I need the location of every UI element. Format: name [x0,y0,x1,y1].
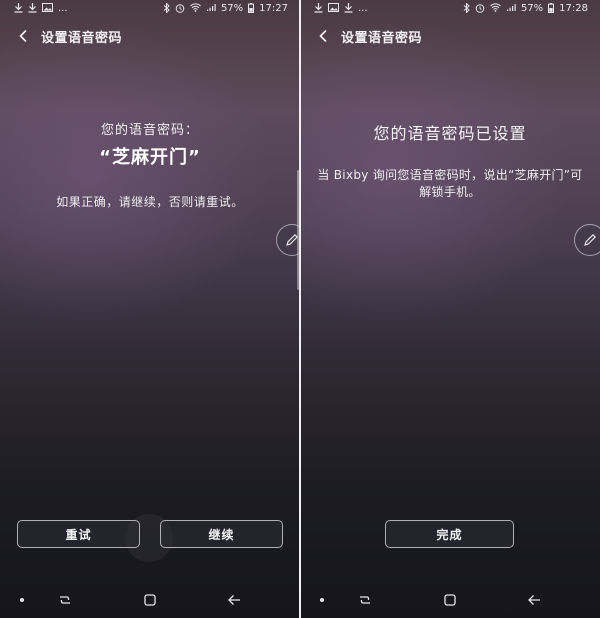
battery-icon [548,2,555,16]
download-icon [344,2,353,16]
nav-back-button[interactable] [225,592,243,608]
battery-icon [248,2,255,16]
alarm-icon [175,3,185,16]
back-button[interactable] [312,25,334,47]
status-bar: ... 57% 17:27 [0,0,300,18]
home-button[interactable] [141,592,159,608]
pencil-icon [584,233,597,246]
image-icon [42,3,53,15]
setup-complete-title: 您的语音密码已设置 [373,124,527,143]
back-icon [528,595,540,605]
clock: 17:28 [559,3,588,14]
battery-percent: 57% [220,3,244,14]
notification-ellipsis: ... [58,3,68,14]
recents-icon [60,596,70,604]
back-arrow-icon [319,29,327,43]
status-right: 57% 17:27 [163,1,288,16]
home-icon [144,594,156,606]
clock: 17:27 [259,3,288,14]
dot-icon [320,598,324,602]
navigation-bar [300,586,600,614]
setup-complete-description: 当 Bixby 询问您语音密码时，说出“芝麻开门”可解锁手机。 [317,168,583,199]
retry-button[interactable]: 重试 [17,520,140,548]
battery-percent: 57% [520,3,544,14]
back-button[interactable] [12,25,34,47]
signal-icon [506,3,516,15]
download-icon [14,2,23,16]
voice-password-label: 您的语音密码： [100,123,199,138]
dot-icon [20,598,24,602]
screen-divider [299,0,301,618]
bluetooth-icon [463,1,470,16]
image-icon [328,3,339,15]
edit-button[interactable] [574,224,600,256]
continue-button[interactable]: 继续 [160,520,283,548]
page-title: 设置语音密码 [41,30,123,46]
voice-passphrase: “芝麻开门” [99,147,201,168]
recents-icon [360,596,370,604]
navigation-bar [0,586,300,614]
status-left: ... [314,2,368,16]
nav-hide-button[interactable] [13,592,31,608]
right-screen: ... 57% 17:28 设置语音密码 您的语音密码已设置 当 Bixby 询… [300,0,600,618]
recents-button[interactable] [56,592,74,608]
confirm-hint: 如果正确，请继续，否则请重试。 [56,195,244,209]
page-title: 设置语音密码 [341,30,423,46]
back-icon [228,595,240,605]
done-button[interactable]: 完成 [385,520,514,548]
bluetooth-icon [163,1,170,16]
status-left: ... [14,2,68,16]
nav-back-button[interactable] [525,592,543,608]
home-button[interactable] [441,592,459,608]
back-arrow-icon [19,29,27,43]
home-icon [444,594,456,606]
signal-icon [206,3,216,15]
wifi-icon [190,3,201,15]
alarm-icon [475,3,485,16]
header: 设置语音密码 [300,22,600,50]
recents-button[interactable] [356,592,374,608]
nav-hide-button[interactable] [313,592,331,608]
notification-ellipsis: ... [358,3,368,14]
left-screen: ... 57% 17:27 设置语音密码 您的语音密码： “芝麻开门” 如果正确… [0,0,300,618]
status-right: 57% 17:28 [463,1,588,16]
download-icon [28,2,37,16]
status-bar: ... 57% 17:28 [300,0,600,18]
wifi-icon [490,3,501,15]
header: 设置语音密码 [0,22,300,50]
download-icon [314,2,323,16]
